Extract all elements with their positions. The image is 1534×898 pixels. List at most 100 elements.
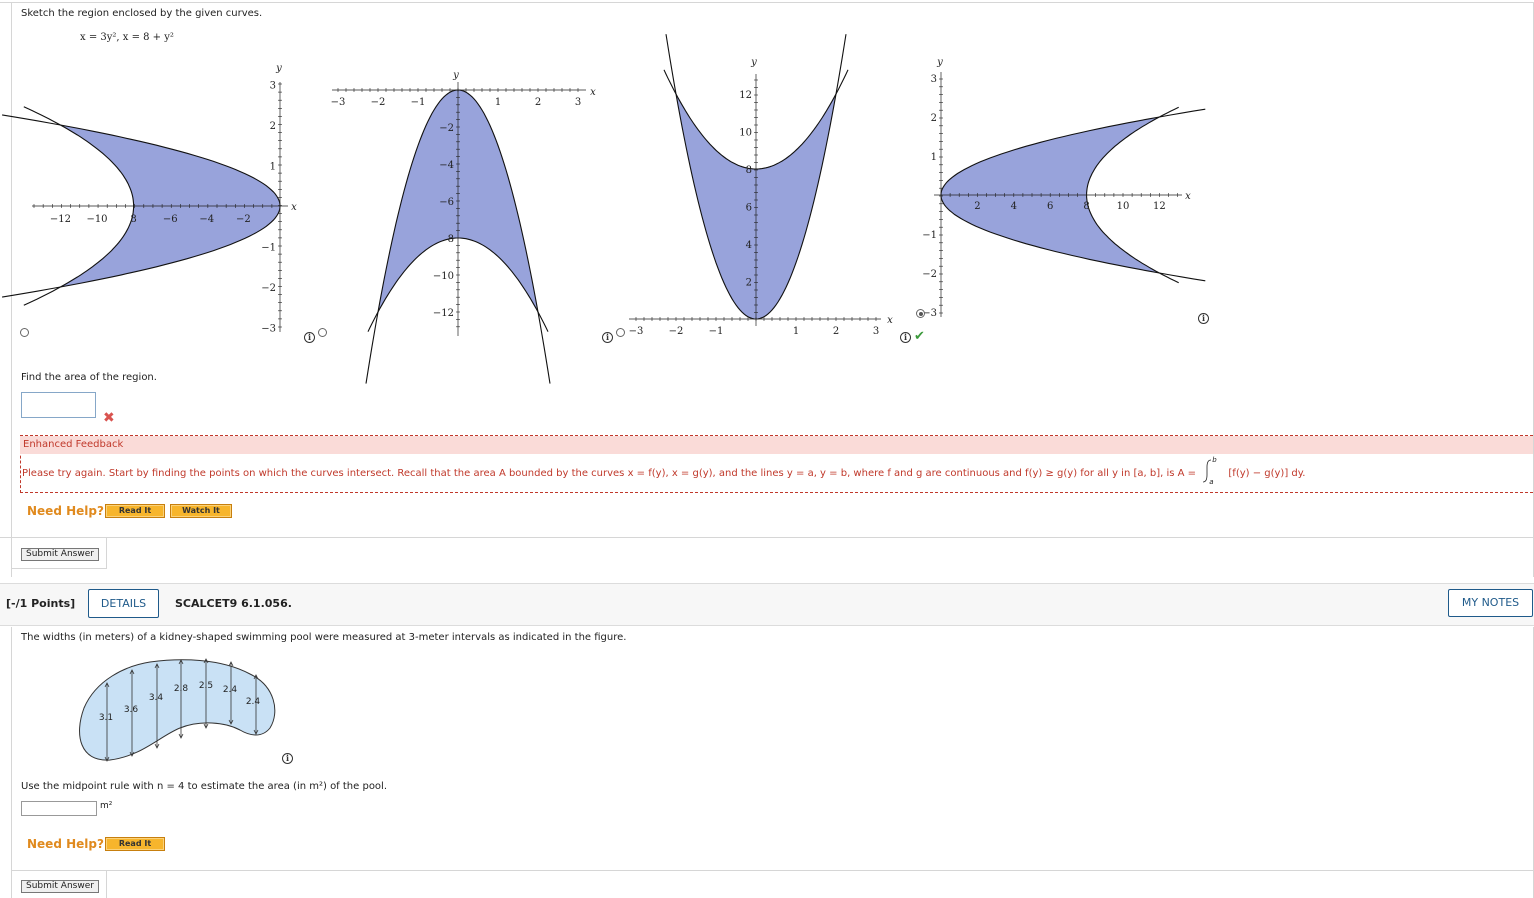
midpoint-prompt: Use the midpoint rule with n = 4 to esti…	[21, 781, 388, 792]
question-equation: x = 3y², x = 8 + y²	[80, 32, 174, 43]
submit-answer-button[interactable]: Submit Answer	[21, 548, 99, 561]
x-tick-label: −2	[371, 97, 386, 108]
info-icon[interactable]: i	[900, 332, 911, 343]
y-tick-label: −2	[922, 269, 937, 280]
integrand: [f(y) − g(y)] dy.	[1228, 468, 1306, 479]
x-tick-label: 3	[575, 97, 581, 108]
width-label: 3.4	[149, 693, 164, 703]
x-tick-label: −6	[163, 214, 178, 225]
width-label: 2.4	[223, 685, 238, 695]
x-tick-label: 6	[1047, 201, 1053, 212]
question-prompt: Sketch the region enclosed by the given …	[21, 8, 263, 19]
y-axis-label: y	[936, 57, 943, 68]
read-it-button[interactable]: Read It	[105, 837, 165, 851]
y-tick-label: −1	[261, 243, 276, 254]
feedback-text: Please try again. Start by finding the p…	[22, 456, 1306, 486]
x-tick-label: −1	[411, 97, 426, 108]
need-help-label: Need Help?	[27, 504, 104, 518]
y-tick-label: 1	[270, 162, 276, 173]
x-tick-label: 10	[1117, 201, 1130, 212]
points-label: [-/1 Points]	[6, 597, 76, 610]
choice-graph-1: −12 −10 8 −6 −4 −2 3 2 1 −1 −2 −3 y x	[2, 60, 310, 340]
unit-label: m²	[100, 801, 113, 811]
y-tick-label: 1	[931, 152, 937, 163]
x-tick-label: 8	[130, 214, 136, 225]
enhanced-feedback: Enhanced Feedback Please try again. Star…	[20, 435, 1533, 493]
y-tick-label: 2	[746, 278, 752, 289]
x-tick-label: 2	[833, 326, 839, 337]
choice-radio-2[interactable]	[318, 328, 327, 337]
pool-prompt: The widths (in meters) of a kidney-shape…	[21, 632, 627, 643]
integral-upper-limit: b	[1212, 456, 1217, 464]
x-axis-label: x	[590, 87, 596, 98]
find-area-prompt: Find the area of the region.	[21, 372, 157, 383]
need-help-label: Need Help?	[27, 837, 104, 851]
y-tick-label: 4	[746, 240, 752, 251]
y-tick-label: 2	[931, 113, 937, 124]
x-axis-label: x	[291, 202, 297, 213]
y-tick-label: 12	[739, 90, 752, 101]
feedback-title: Enhanced Feedback	[20, 436, 1533, 454]
y-tick-label: −6	[439, 197, 454, 208]
x-tick-label: −2	[236, 214, 251, 225]
y-tick-label: −12	[433, 308, 454, 319]
feedback-sentence: Please try again. Start by finding the p…	[22, 468, 1197, 479]
choice-graph-3: −3 −2 −1 1 2 3 12 10 8 6 4 2 y x	[615, 34, 905, 340]
x-tick-label: 3	[873, 326, 879, 337]
y-tick-label: −2	[439, 123, 454, 134]
submit-divider	[106, 871, 107, 898]
y-tick-label: −4	[439, 160, 454, 171]
y-tick-label: 10	[739, 128, 752, 139]
y-axis-label: y	[452, 70, 459, 81]
read-it-button[interactable]: Read It	[105, 504, 165, 518]
y-tick-label: 3	[931, 74, 937, 85]
x-tick-label: −2	[669, 326, 684, 337]
submit-divider-bottom	[11, 568, 107, 569]
submit-answer-button[interactable]: Submit Answer	[21, 880, 99, 893]
submit-divider	[106, 538, 107, 568]
choice-radio-4[interactable]	[916, 309, 925, 318]
y-tick-label: −1	[922, 230, 937, 241]
my-notes-button[interactable]: MY NOTES	[1448, 589, 1533, 617]
left-border	[11, 2, 12, 577]
info-icon[interactable]: i	[304, 332, 315, 343]
separator	[0, 537, 1534, 538]
integral-lower-limit: a	[1209, 478, 1214, 486]
width-label: 2.8	[174, 684, 189, 694]
x-tick-label: 4	[1011, 201, 1017, 212]
choice-graph-2: −3 −2 −1 1 2 3 −2 −4 −6 8 −10 −12 y x	[320, 60, 610, 384]
x-tick-label: −3	[629, 326, 644, 337]
x-axis-label: x	[887, 315, 893, 326]
width-label: 3.1	[99, 713, 113, 723]
integral-sign: b a	[1199, 456, 1219, 486]
watch-it-button[interactable]: Watch It	[170, 504, 232, 518]
info-icon[interactable]: i	[1198, 313, 1209, 324]
pool-figure: 3.1 3.6 3.4 2.8 2.5 2.4 2.4	[70, 650, 290, 770]
y-tick-label: 8	[448, 234, 454, 245]
y-tick-label: 3	[270, 81, 276, 92]
choice-radio-1[interactable]	[20, 328, 29, 337]
area-answer-input[interactable]	[21, 392, 96, 418]
info-icon[interactable]: i	[602, 332, 613, 343]
info-icon[interactable]: i	[282, 753, 293, 764]
x-tick-label: 8	[1083, 201, 1089, 212]
pool-area-input[interactable]	[21, 801, 97, 816]
y-tick-label: 6	[746, 203, 752, 214]
x-tick-label: 12	[1153, 201, 1166, 212]
question-code: SCALCET9 6.1.056.	[175, 597, 292, 610]
pool-shape	[79, 659, 276, 761]
check-icon: ✔	[914, 329, 925, 344]
x-tick-label: −3	[331, 97, 346, 108]
choice-graph-4: 2 4 6 8 10 12 3 2 1 −1 −2 −3 y x	[920, 55, 1210, 325]
y-axis-label: y	[275, 63, 282, 74]
x-tick-label: −10	[86, 214, 107, 225]
top-border	[0, 2, 1534, 3]
choice-radio-3[interactable]	[616, 328, 625, 337]
y-tick-label: −2	[261, 283, 276, 294]
details-button[interactable]: DETAILS	[88, 589, 159, 618]
y-tick-label: 2	[270, 121, 276, 132]
x-tick-label: 1	[495, 97, 501, 108]
y-tick-label: −10	[433, 271, 454, 282]
y-tick-label: 8	[746, 165, 752, 176]
incorrect-icon: ✖	[103, 410, 115, 426]
